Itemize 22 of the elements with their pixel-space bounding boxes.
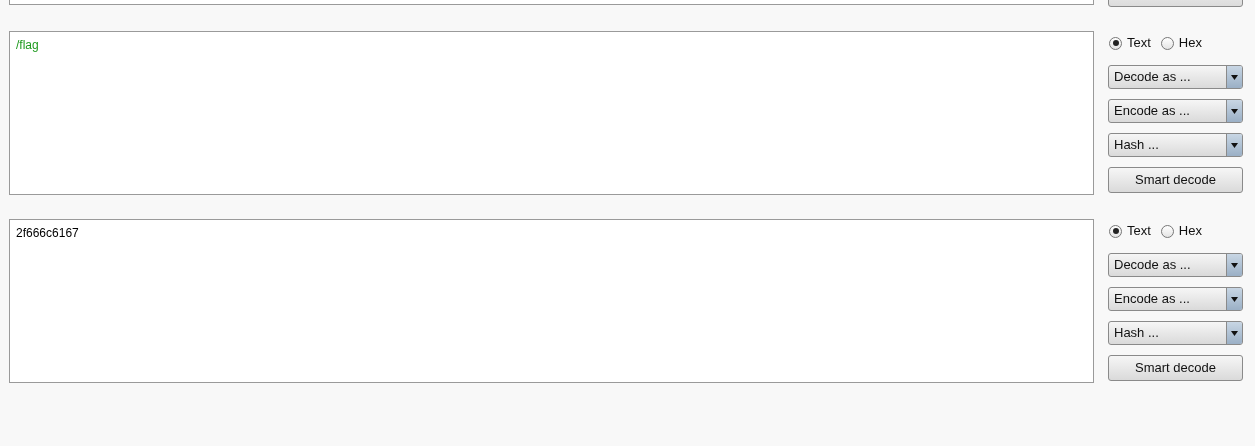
format-radio[interactable]: Hex: [1160, 221, 1202, 241]
caret-icon: [1231, 330, 1238, 336]
format-radio[interactable]: Hex: [1160, 33, 1202, 53]
dropdown[interactable]: Hash ...: [1108, 321, 1243, 345]
editor-text: /flag: [16, 37, 40, 54]
text-editor[interactable]: /flag: [9, 31, 1094, 195]
caret-icon: [1231, 296, 1238, 302]
text-editor[interactable]: 2f666c6167: [9, 219, 1094, 383]
dropdown[interactable]: Encode as ...: [1108, 287, 1243, 311]
caret-icon: [1231, 142, 1238, 148]
dropdown[interactable]: Encode as ...: [1108, 99, 1243, 123]
dropdown[interactable]: Hash ...: [1108, 133, 1243, 157]
caret-icon: [1231, 262, 1238, 268]
caret-icon: [1231, 108, 1238, 114]
dropdown[interactable]: Decode as ...: [1108, 65, 1243, 89]
smart-decode-button[interactable]: Smart decode: [1108, 355, 1243, 381]
format-radio[interactable]: Text: [1109, 221, 1151, 241]
caret-icon: [1231, 74, 1238, 80]
smart-decode-button[interactable]: Smart decode: [1108, 167, 1243, 193]
format-radio[interactable]: Text: [1109, 33, 1151, 53]
editor-text: 2f666c6167: [16, 225, 80, 242]
dropdown[interactable]: Decode as ...: [1108, 253, 1243, 277]
